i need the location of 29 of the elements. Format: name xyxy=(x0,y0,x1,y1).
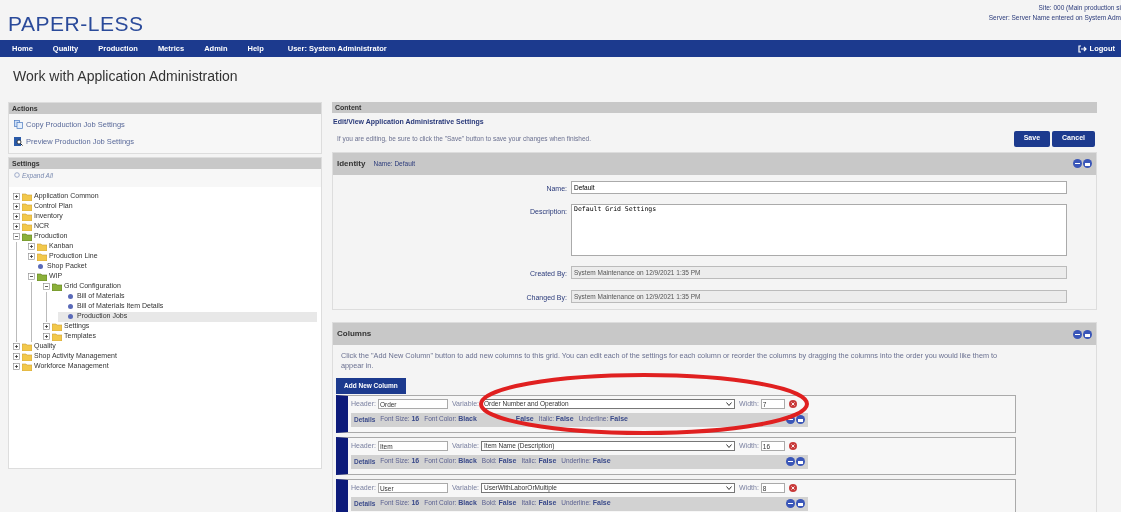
logout-icon xyxy=(1077,44,1087,53)
delete-icon[interactable] xyxy=(788,442,797,451)
page-title: Work with Application Administration xyxy=(13,67,239,86)
section-title: Columns xyxy=(337,328,372,340)
caret-icon xyxy=(726,486,732,491)
expand-icon[interactable] xyxy=(13,353,20,360)
expand-icon[interactable] xyxy=(13,223,20,230)
expand-icon[interactable] xyxy=(13,363,20,370)
expand-icon[interactable] xyxy=(13,343,20,350)
expand-icon[interactable] xyxy=(13,193,20,200)
expand-icon[interactable] xyxy=(43,323,50,330)
open-folder-icon xyxy=(22,232,32,241)
delete-icon[interactable] xyxy=(788,400,797,409)
collapse-icon[interactable] xyxy=(13,233,20,240)
collapse-icon[interactable] xyxy=(28,273,35,280)
collapse-icon[interactable] xyxy=(43,283,50,290)
expand-icon[interactable] xyxy=(28,243,35,250)
copy-icon xyxy=(14,120,23,130)
section-title: Identity xyxy=(337,157,366,170)
preview-icon xyxy=(14,137,23,147)
expand-icon[interactable] xyxy=(43,333,50,340)
logo: PAPER-LESS xyxy=(8,11,144,37)
delete-icon[interactable] xyxy=(788,484,797,493)
expand-icon[interactable] xyxy=(28,253,35,260)
caret-icon xyxy=(726,444,732,449)
expand-all-icon xyxy=(14,172,20,179)
caret-icon xyxy=(726,402,732,407)
expand-icon[interactable] xyxy=(13,203,20,210)
expand-icon[interactable] xyxy=(13,213,20,220)
